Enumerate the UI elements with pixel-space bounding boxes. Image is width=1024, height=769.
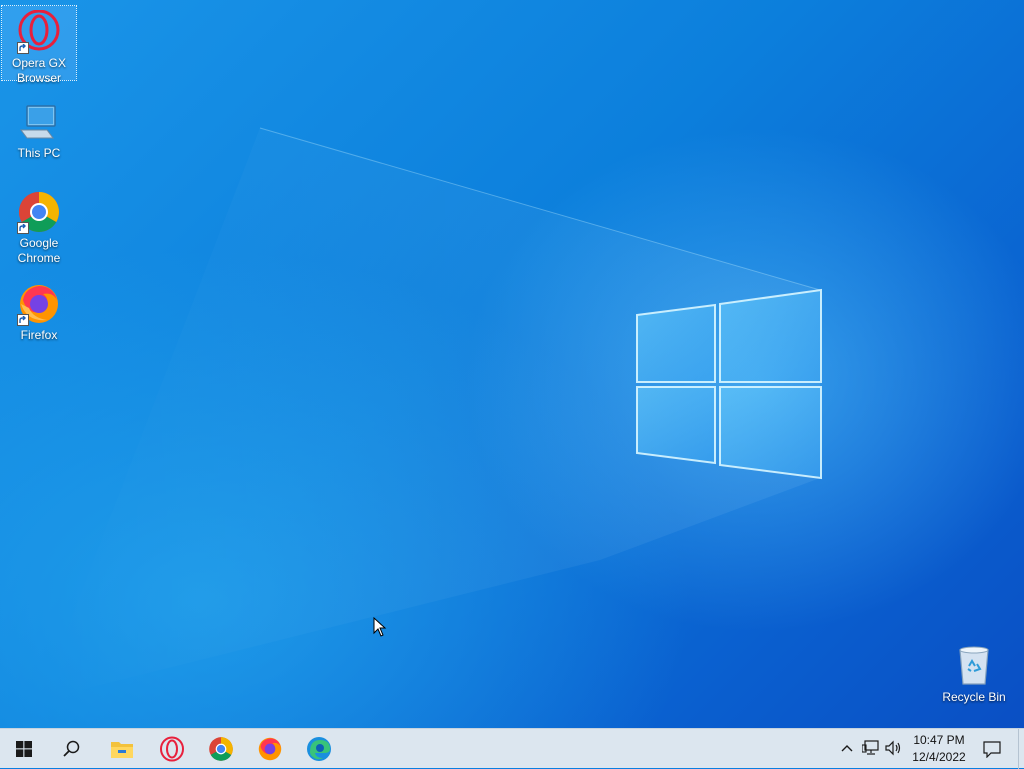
- this-pc-icon: [17, 100, 61, 144]
- desktop-icon-label: Chrome: [17, 251, 61, 265]
- shortcut-arrow-icon: [17, 314, 29, 326]
- opera-gx-icon: [160, 736, 184, 762]
- show-hidden-icons-button[interactable]: [836, 737, 858, 759]
- taskbar-firefox[interactable]: [246, 729, 294, 769]
- taskbar-file-explorer[interactable]: [98, 729, 146, 769]
- desktop-icon-opera-gx[interactable]: Opera GX Browser: [1, 5, 77, 85]
- mouse-cursor-icon: [373, 616, 387, 642]
- desktop-icon-label: Firefox: [20, 328, 58, 342]
- volume-icon: [885, 740, 901, 756]
- volume-button[interactable]: [883, 737, 905, 759]
- folder-icon: [111, 742, 133, 758]
- wallpaper-windows-logo: [40, 127, 822, 700]
- recycle-bin-icon: [952, 644, 996, 688]
- clock-date: 12/4/2022: [912, 750, 966, 764]
- search-icon: [63, 740, 80, 757]
- desktop-icon-label: Opera GX: [11, 56, 67, 70]
- desktop[interactable]: Opera GX Browser This PC Google Chrome F…: [0, 0, 1024, 728]
- start-button[interactable]: [0, 729, 48, 769]
- shortcut-arrow-icon: [17, 42, 29, 54]
- firefox-icon: [17, 282, 61, 326]
- chrome-icon: [17, 190, 61, 234]
- chevron-up-icon: [841, 745, 853, 752]
- notification-icon: [983, 741, 1001, 758]
- desktop-icon-this-pc[interactable]: This PC: [2, 96, 76, 161]
- shortcut-arrow-icon: [17, 222, 29, 234]
- taskbar-chrome[interactable]: [197, 729, 245, 769]
- search-button[interactable]: [48, 729, 96, 769]
- opera-gx-icon: [17, 9, 61, 54]
- network-button[interactable]: [860, 737, 882, 759]
- desktop-icon-label: Browser: [16, 71, 61, 85]
- edge-icon: [307, 737, 331, 761]
- show-desktop-button[interactable]: [1018, 729, 1024, 769]
- taskbar-opera-gx[interactable]: [148, 729, 196, 769]
- desktop-icon-label: Google: [19, 236, 59, 250]
- taskbar-edge[interactable]: [295, 729, 343, 769]
- desktop-icon-recycle-bin[interactable]: Recycle Bin: [937, 640, 1011, 705]
- taskbar[interactable]: 10:47 PM 12/4/2022: [0, 728, 1024, 769]
- desktop-icon-label: This PC: [17, 146, 61, 160]
- network-icon: [862, 740, 879, 755]
- taskbar-clock[interactable]: 10:47 PM 12/4/2022: [905, 732, 973, 766]
- desktop-icon-firefox[interactable]: Firefox: [2, 278, 76, 343]
- action-center-button[interactable]: [976, 729, 1008, 769]
- firefox-icon: [258, 737, 282, 761]
- desktop-icon-google-chrome[interactable]: Google Chrome: [2, 186, 76, 266]
- desktop-icon-label: Recycle Bin: [942, 690, 1006, 704]
- windows-logo-icon: [16, 741, 32, 757]
- clock-time: 10:47 PM: [913, 733, 965, 747]
- chrome-icon: [209, 737, 233, 761]
